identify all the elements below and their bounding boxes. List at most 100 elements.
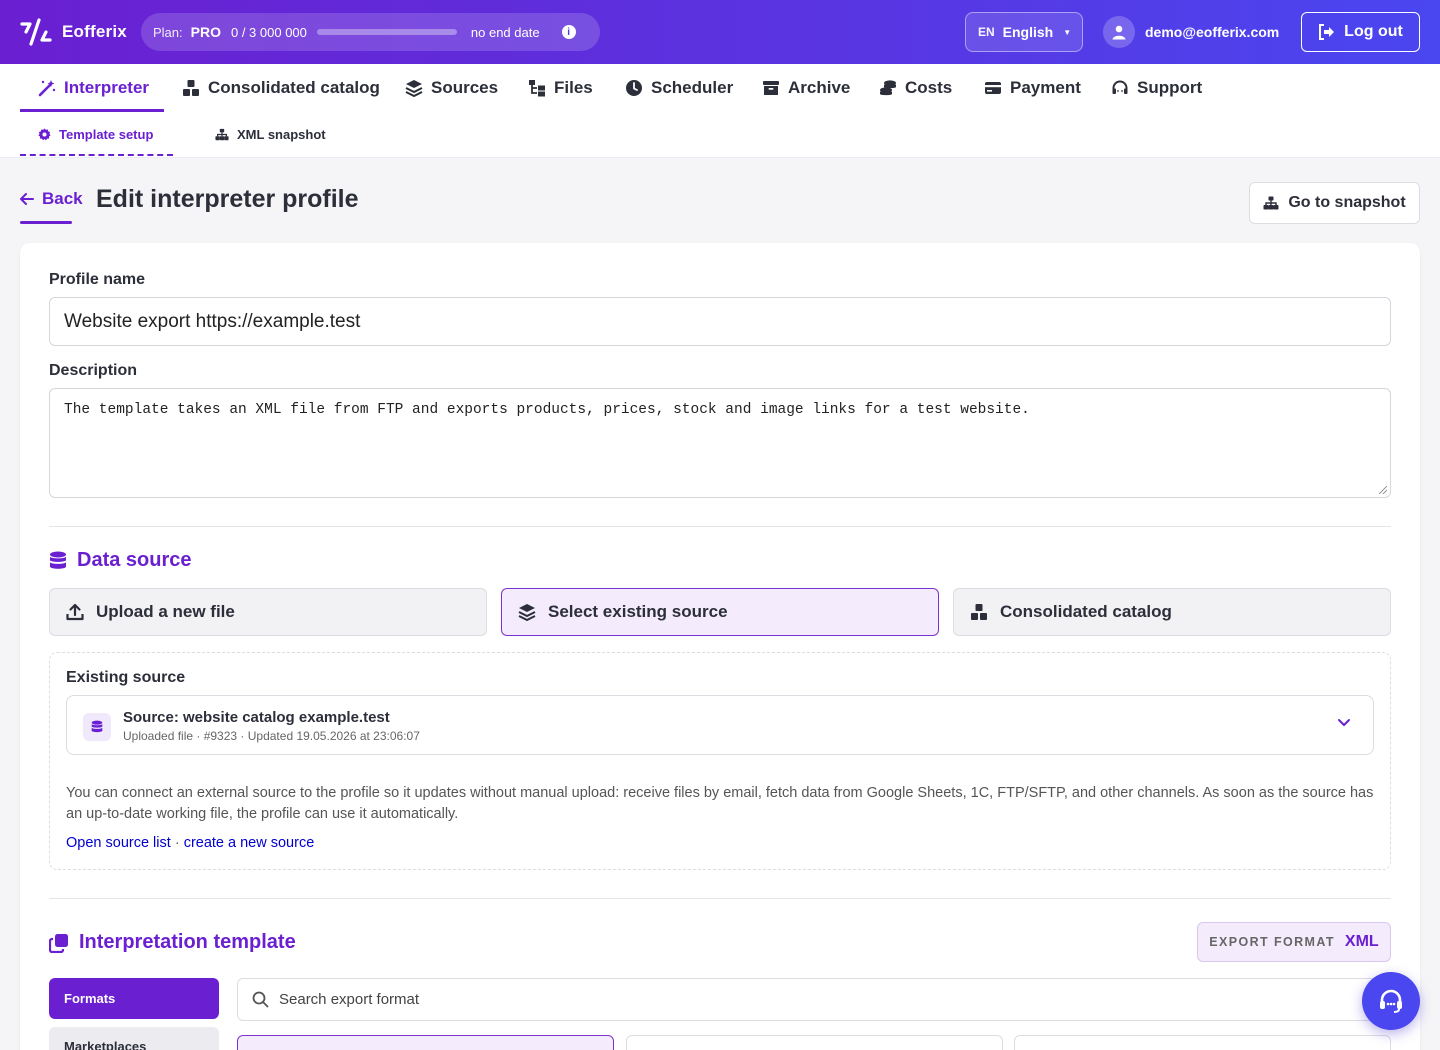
support-chat-button[interactable]: [1362, 972, 1420, 1030]
consolidated-catalog-option[interactable]: Consolidated catalog: [953, 588, 1391, 636]
selected-source-title: Source: website catalog example.test: [123, 709, 390, 726]
user-icon: [1112, 25, 1126, 40]
source-icon-badge: [83, 713, 111, 741]
create-new-source-link[interactable]: create a new source: [184, 835, 315, 851]
nav-item-scheduler[interactable]: Scheduler: [625, 64, 733, 112]
export-format-key: EXPORT FORMAT: [1209, 935, 1335, 949]
logout-label: Log out: [1344, 23, 1403, 40]
nav-label: Interpreter: [64, 78, 150, 97]
boxes-icon: [183, 80, 199, 96]
tab-template-setup[interactable]: Template setup: [38, 112, 153, 156]
upload-new-file-option[interactable]: Upload a new file: [49, 588, 487, 636]
nav-label: Scheduler: [651, 78, 734, 97]
option-label: Upload a new file: [96, 602, 235, 621]
open-source-list-link[interactable]: Open source list: [66, 835, 171, 851]
user-menu[interactable]: demo@eofferix.com: [1103, 16, 1279, 48]
nav-label: Sources: [431, 78, 499, 97]
back-underline: [20, 221, 72, 224]
chevron-down-icon: [1338, 719, 1350, 726]
nav-label: Payment: [1010, 78, 1081, 97]
plan-usage: 0 / 3 000 000: [230, 24, 307, 40]
subnav-active-indicator: [20, 154, 173, 156]
folder-tree-icon: [529, 80, 545, 97]
source-links: Open source list · create a new source: [66, 835, 314, 851]
profile-name-value: Website export https://example.test: [64, 310, 361, 332]
selected-source-subtitle: Uploaded file · #9323 · Updated 19.05.20…: [123, 729, 420, 743]
nav-label: Support: [1137, 78, 1203, 97]
nav-item-archive[interactable]: Archive: [762, 64, 850, 112]
back-label: Back: [42, 189, 83, 208]
existing-source-select[interactable]: Source: website catalog example.test Upl…: [66, 695, 1374, 755]
nav-label: Files: [554, 78, 593, 97]
coins-icon: [880, 80, 896, 96]
existing-source-panel: Existing source Source: website catalog …: [49, 652, 1391, 870]
layers-icon: [518, 604, 536, 621]
gear-icon: [38, 127, 51, 140]
database-icon: [91, 720, 103, 733]
export-format-value: XML: [1344, 933, 1379, 950]
option-label: Consolidated catalog: [1000, 602, 1172, 621]
user-email: demo@eofferix.com: [1145, 24, 1280, 40]
profile-name-input[interactable]: Website export https://example.test: [49, 297, 1391, 346]
tab-marketplaces[interactable]: Marketplaces: [49, 1027, 219, 1050]
section-divider: [49, 526, 1391, 527]
search-placeholder: Search export format: [279, 991, 420, 1008]
nav-item-interpreter[interactable]: Interpreter: [38, 64, 149, 112]
info-icon[interactable]: i: [561, 25, 576, 39]
format-card[interactable]: [626, 1035, 1003, 1050]
nav-item-files[interactable]: Files: [528, 64, 593, 112]
archive-icon: [763, 81, 779, 95]
nav-item-costs[interactable]: Costs: [879, 64, 952, 112]
tab-xml-snapshot[interactable]: XML snapshot: [215, 112, 326, 156]
nav-item-consolidated-catalog[interactable]: Consolidated catalog: [182, 64, 380, 112]
snapshot-button-label: Go to snapshot: [1288, 194, 1406, 211]
language-code: EN: [978, 25, 995, 39]
plan-usage-bar: [316, 29, 457, 35]
logout-icon: [1319, 24, 1335, 40]
arrow-left-icon: [20, 193, 34, 205]
profile-form-card: Profile name Website export https://exam…: [20, 243, 1420, 1050]
source-help-text: You can connect an external source to th…: [66, 785, 1374, 822]
avatar: [1103, 16, 1135, 48]
data-source-heading: Data source: [49, 549, 192, 572]
upload-icon: [66, 603, 84, 621]
database-icon: [50, 551, 66, 569]
tab-label: XML snapshot: [237, 126, 326, 142]
boxes-icon: [971, 604, 987, 620]
nav-label: Consolidated catalog: [208, 78, 380, 97]
brand-logo[interactable]: Eofferix: [20, 18, 127, 46]
logout-button[interactable]: Log out: [1301, 12, 1420, 52]
interpretation-template-title: Interpretation template: [79, 931, 296, 953]
resize-handle[interactable]: [1379, 486, 1387, 494]
tab-formats[interactable]: Formats: [49, 978, 219, 1019]
go-to-snapshot-button[interactable]: Go to snapshot: [1249, 182, 1420, 224]
nav-item-payment[interactable]: Payment: [984, 64, 1081, 112]
layers-icon: [405, 80, 423, 97]
credit-card-icon: [985, 82, 1001, 94]
nav-item-support[interactable]: Support: [1111, 64, 1202, 112]
section-divider: [49, 898, 1391, 899]
page-title: Edit interpreter profile: [96, 185, 359, 213]
select-existing-source-option[interactable]: Select existing source: [501, 588, 939, 636]
description-textarea[interactable]: The template takes an XML file from FTP …: [49, 388, 1391, 498]
nav-label: Archive: [788, 78, 851, 97]
brand-name: Eofferix: [62, 22, 127, 41]
search-icon: [252, 991, 269, 1008]
sitemap-icon: [215, 128, 229, 140]
option-label: Select existing source: [548, 602, 728, 621]
magic-wand-icon: [38, 80, 56, 97]
logo-icon: [20, 18, 52, 46]
format-card[interactable]: [237, 1035, 614, 1050]
language-name: English: [1002, 24, 1054, 40]
interpretation-template-heading: Interpretation template: [49, 931, 296, 954]
format-card[interactable]: [1014, 1035, 1391, 1050]
nav-label: Costs: [905, 78, 953, 97]
sub-nav: Template setup XML snapshot: [0, 112, 1440, 158]
export-format-search[interactable]: Search export format: [237, 978, 1391, 1021]
tab-label: Template setup: [59, 126, 154, 142]
nav-item-sources[interactable]: Sources: [405, 64, 498, 112]
back-link[interactable]: Back: [20, 189, 83, 209]
link-separator: ·: [174, 835, 180, 851]
language-selector[interactable]: EN English ▼: [965, 12, 1083, 52]
plan-label: Plan:: [153, 24, 183, 40]
